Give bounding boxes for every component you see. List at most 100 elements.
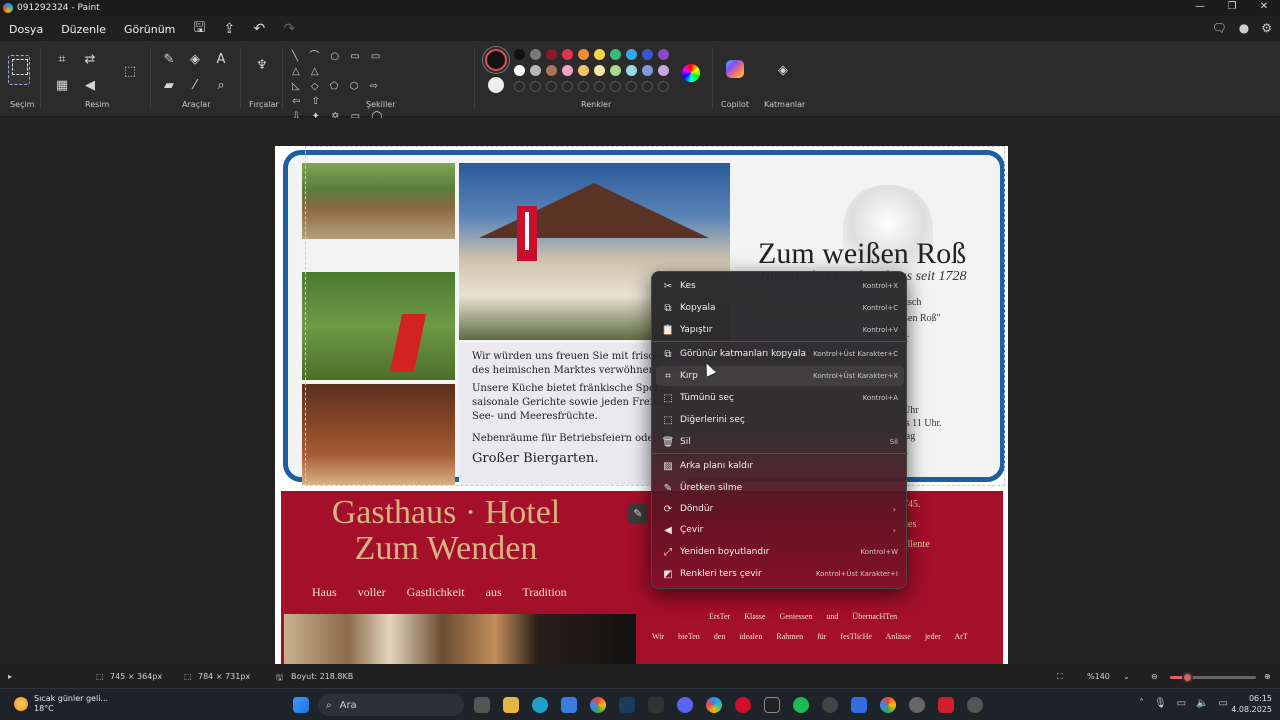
menu-item-generative-erase[interactable]: ✎ Üretken silme [656,478,904,498]
custom-color-slot[interactable] [658,81,669,92]
color-swatch[interactable] [546,65,557,76]
paint-taskbar-icon[interactable] [706,697,722,713]
magnifier-icon[interactable]: ⌕ [212,77,230,95]
menu-item-rotate[interactable]: ⟳ Döndür › [656,499,904,519]
redo-icon[interactable]: ↷ [274,21,304,37]
menu-item-copy-visible-layers[interactable]: ⧉ Görünür katmanları kopyala Kontrol+Üst K… [656,344,904,364]
menu-view[interactable]: Görünüm [115,23,184,36]
text-tool-icon[interactable]: A [212,51,230,69]
custom-color-slot[interactable] [546,81,557,92]
color-swatch[interactable] [530,65,541,76]
custom-color-slot[interactable] [530,81,541,92]
custom-color-slot[interactable] [578,81,589,92]
eraser-icon[interactable]: ▰ [160,77,178,95]
undo-icon[interactable]: ↶ [244,21,274,37]
custom-color-slot[interactable] [514,81,525,92]
pencil-icon[interactable]: ✎ [160,51,178,69]
feedback-icon[interactable]: 🗨 [1212,21,1227,35]
taskbar-search[interactable]: ⌕ Ara [318,694,464,716]
color-swatch[interactable] [562,49,573,60]
fill-bucket-icon[interactable]: ◈ [186,51,204,69]
color-swatch[interactable] [594,65,605,76]
color-swatch[interactable] [578,49,589,60]
maximize-button[interactable]: ❐ [1216,0,1248,16]
color-swatch[interactable] [626,49,637,60]
save-icon[interactable]: 🖫 [184,17,214,41]
epic-games-icon[interactable] [648,697,664,713]
color-swatch[interactable] [514,65,525,76]
settings-app-icon[interactable] [909,697,925,713]
menu-item-cut[interactable]: ✂ Kes Kontrol+X [656,276,904,296]
start-windows-icon[interactable] [293,697,309,713]
network-icon[interactable]: ▭ [1177,698,1186,709]
menu-item-invert-colors[interactable]: ◩ Renkleri ters çevir Kontrol+Üst Karakter… [656,564,904,584]
color-swatch[interactable] [642,49,653,60]
color-swatch[interactable] [658,65,669,76]
color-wheel-icon[interactable] [682,64,700,82]
tray-overflow-chevron-icon[interactable]: ˄ [1139,698,1144,709]
custom-color-slot[interactable] [642,81,653,92]
menu-item-crop[interactable]: ⌗ Kırp Kontrol+Üst Karakter+X [656,366,904,386]
zoom-slider[interactable] [1170,672,1256,683]
color-swatch[interactable] [530,49,541,60]
color-swatch[interactable] [514,49,525,60]
menu-item-select-all[interactable]: ⬚ Tümünü seç Kontrol+A [656,388,904,408]
spotify-icon[interactable] [793,697,809,713]
color-swatch[interactable] [658,49,669,60]
color-swatch[interactable] [562,65,573,76]
color-swatch[interactable] [578,65,589,76]
discord-icon[interactable] [677,697,693,713]
snipping-tool-icon[interactable] [967,697,983,713]
custom-color-slot[interactable] [610,81,621,92]
edge-browser-icon[interactable] [532,697,548,713]
pdf-reader-icon[interactable] [938,697,954,713]
steam-icon[interactable] [619,697,635,713]
rotate-icon[interactable]: ◀ [81,77,99,95]
zoom-out-icon[interactable]: ⊖ [1151,672,1158,681]
chrome-icon[interactable] [590,697,606,713]
speaker-icon[interactable]: 🔈 [1196,698,1208,709]
chrome-profile-icon[interactable] [880,697,896,713]
security-shield-icon[interactable] [851,697,867,713]
secondary-color-swatch[interactable] [488,77,504,93]
menu-item-delete[interactable]: 🗑 Sil Sil [656,432,904,452]
zoom-level[interactable]: %140 [1087,672,1110,681]
opera-gx-icon[interactable] [735,697,751,713]
menu-edit[interactable]: Düzenle [52,23,115,36]
chatgpt-icon[interactable] [822,697,838,713]
task-view-icon[interactable] [474,697,490,713]
clock[interactable]: 06:15 4.08.2025 [1231,693,1272,715]
color-swatch[interactable] [610,49,621,60]
resize-icon[interactable]: ⇄ [81,51,99,69]
x-app-icon[interactable] [764,697,780,713]
selection-tool-button[interactable] [8,55,30,85]
zoom-slider-thumb[interactable] [1182,672,1194,683]
account-icon[interactable]: ● [1239,21,1249,35]
zoom-dropdown-chevron-icon[interactable]: ⌄ [1123,672,1130,681]
menu-item-copy[interactable]: ⧉ Kopyala Kontrol+C [656,298,904,318]
generative-erase-float-icon[interactable]: ✎ [628,504,648,524]
copilot-icon[interactable] [726,60,744,78]
zoom-in-icon[interactable]: ⊕ [1264,672,1271,681]
custom-color-slot[interactable] [626,81,637,92]
microphone-icon[interactable]: 🎙 [1154,698,1167,709]
menu-item-flip[interactable]: ◀ Çevir › [656,520,904,540]
minimize-button[interactable]: — [1184,0,1216,16]
layers-icon[interactable]: ◈ [774,62,792,80]
store-icon[interactable] [561,697,577,713]
custom-color-slot[interactable] [594,81,605,92]
custom-color-slot[interactable] [562,81,573,92]
menu-file[interactable]: Dosya [0,23,52,36]
color-swatch[interactable] [626,65,637,76]
brush-icon[interactable]: ♆ [253,57,271,75]
menu-item-remove-background[interactable]: ▨ Arka planı kaldır [656,456,904,476]
image-tools-icon[interactable]: ⬚ [121,63,139,81]
shapes-gallery[interactable]: ╲ ⌒ ○ ▭ ▭ △ △◺ ◇ ⬠ ⬡ ⇨ ⇦ ⇧⇩ ✦ ✡ ▭ ◯ ◯ [292,49,400,137]
color-swatch[interactable] [642,65,653,76]
menu-item-paste[interactable]: 📋 Yapıştır Kontrol+V [656,320,904,340]
close-button[interactable]: ✕ [1248,0,1280,16]
share-icon[interactable]: ⇪ [214,21,244,37]
battery-icon[interactable]: ▭ [1219,698,1228,709]
color-swatch[interactable] [610,65,621,76]
menu-item-select-others[interactable]: ⬚ Diğerlerini seç [656,410,904,430]
